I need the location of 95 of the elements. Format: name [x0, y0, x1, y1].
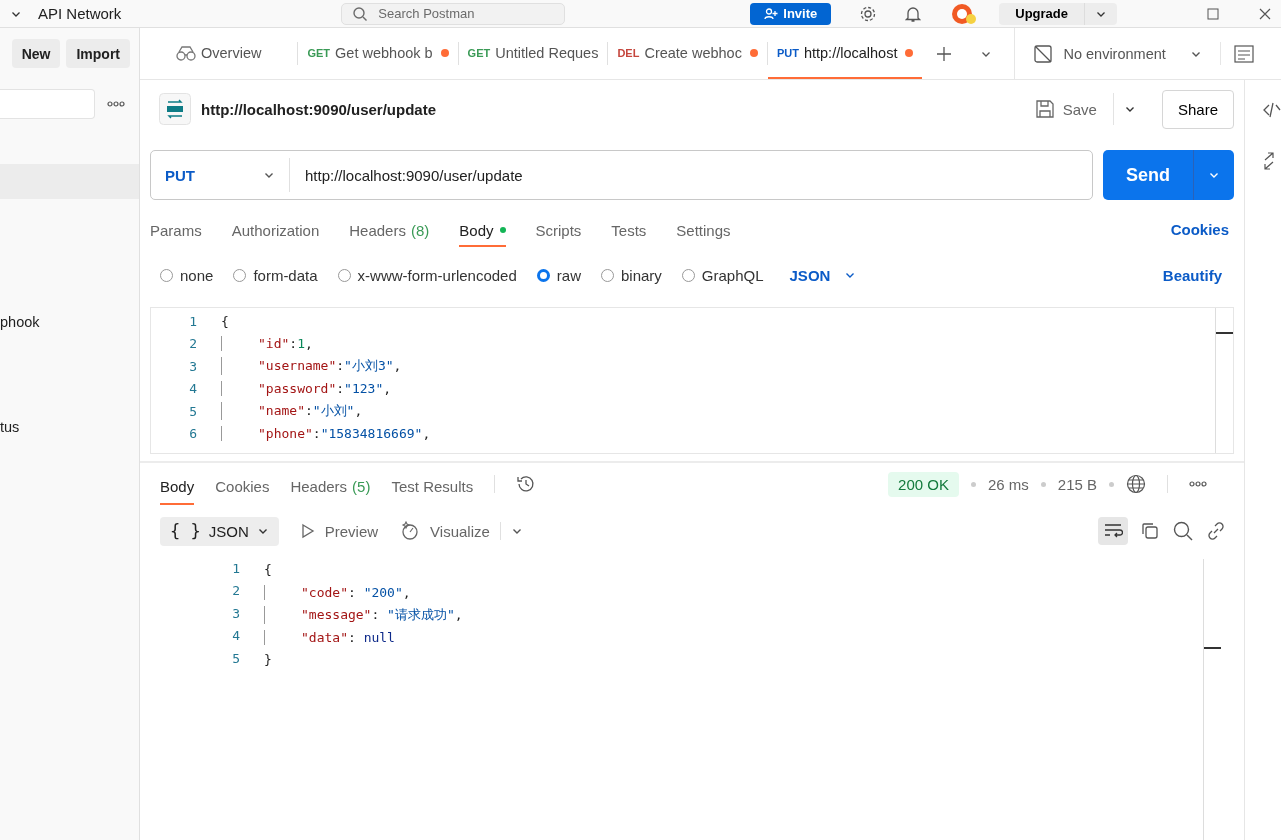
sparkle-icon [400, 521, 421, 541]
line-number: 5 [188, 403, 197, 419]
line-number: 3 [231, 605, 240, 621]
request-tab[interactable]: PUT http://localhost [767, 28, 923, 79]
sidebar-button[interactable]: New [11, 39, 61, 68]
wrap-lines-icon [1103, 522, 1123, 540]
plus-icon[interactable] [936, 45, 953, 62]
code-line: "message": "请求成功", [264, 605, 1234, 624]
code-line: "code": "200", [264, 584, 1234, 600]
visualize-button[interactable]: Visualize [400, 521, 490, 541]
code-line: "name":"小刘", [221, 402, 363, 421]
body-type-radio[interactable]: x-www-form-urlencoded [337, 266, 517, 284]
close-icon[interactable] [1259, 7, 1271, 20]
preview-button[interactable]: Preview [300, 522, 379, 540]
invite-button[interactable]: Invite [750, 2, 832, 25]
copy-icon[interactable] [1140, 521, 1160, 541]
beautify-link[interactable]: Beautify [1162, 266, 1234, 284]
request-tab[interactable]: Authorization [231, 211, 320, 247]
line-number: 4 [188, 381, 197, 397]
line-number: 2 [188, 336, 197, 352]
body-type-radio[interactable]: GraphQL [681, 266, 764, 284]
code-line: { [264, 562, 273, 578]
more-icon[interactable] [1189, 481, 1207, 487]
code-editor[interactable]: 1 { 2 "id":1, 3 "username":"小刘3", 4 "password":"123", 5 "name":"小刘", 6 "phone":"15834816669", [150, 307, 1234, 454]
sidebar-item[interactable]: tus [0, 409, 139, 444]
bell-icon[interactable] [905, 4, 922, 23]
request-tab[interactable]: Overview [140, 28, 298, 79]
response-tab[interactable]: Body [160, 463, 195, 505]
code-line: } [264, 652, 273, 668]
search-field[interactable]: Search Postman [376, 5, 531, 22]
collapse-arrows-icon[interactable] [1263, 152, 1275, 170]
response-time: 26 ms [987, 475, 1029, 493]
variables-icon[interactable] [1233, 43, 1256, 64]
add-person-icon [764, 7, 779, 20]
format-dropdown[interactable]: { } JSON [160, 516, 279, 546]
line-number: 1 [231, 560, 240, 576]
response-size: 215 B [1057, 475, 1097, 493]
no-environment-icon [1033, 43, 1054, 64]
more-icon[interactable] [107, 101, 125, 107]
line-number: 1 [188, 313, 197, 329]
save-button[interactable]: Save [1028, 98, 1103, 120]
link-icon[interactable] [1206, 521, 1226, 541]
body-type-radio[interactable]: raw [536, 266, 581, 284]
request-tab[interactable]: Params [150, 211, 202, 247]
share-button[interactable]: Share [1161, 89, 1234, 129]
response-tab[interactable]: Headers (5) [290, 463, 371, 505]
line-number: 4 [231, 628, 240, 644]
body-type-radio[interactable]: form-data [233, 266, 318, 284]
request-tab[interactable]: GET Get webhook b [298, 28, 458, 79]
format-dropdown[interactable]: JSON [789, 266, 857, 284]
body-type-radio[interactable]: none [160, 266, 214, 284]
code-line: "username":"小刘3", [221, 357, 402, 376]
play-icon [300, 523, 315, 539]
code-line: "id":1, [221, 336, 313, 352]
code-line: "password":"123", [221, 381, 392, 397]
search-bar[interactable]: Search Postman [341, 2, 566, 25]
request-tab[interactable]: DEL Create webhoc [608, 28, 767, 79]
search-icon [352, 5, 369, 22]
status-badge: 200 OK [888, 471, 959, 497]
scrollbar[interactable] [1215, 308, 1233, 453]
http-icon [159, 93, 191, 125]
history-icon[interactable] [516, 474, 537, 494]
scrollbar[interactable] [1203, 559, 1221, 840]
request-tab[interactable]: Tests [611, 211, 647, 247]
request-tab[interactable]: Settings [676, 211, 731, 247]
request-title: http://localhost:9090/user/update [201, 100, 437, 118]
line-number: 6 [188, 426, 197, 442]
cookies-link[interactable]: Cookies [1170, 220, 1234, 238]
sidebar-button[interactable]: Import [66, 39, 130, 68]
code-line: "data": null [264, 629, 1234, 645]
sidebar-item[interactable]: phook [0, 304, 139, 339]
body-type-radio[interactable]: binary [600, 266, 662, 284]
code-line: { [221, 313, 229, 329]
settings-icon[interactable] [859, 4, 878, 23]
wrap-lines-button[interactable] [1098, 517, 1128, 545]
environment-selector[interactable]: No environment [1014, 28, 1215, 79]
line-number: 2 [231, 583, 240, 599]
request-tab[interactable]: Scripts [535, 211, 582, 247]
response-tab[interactable]: Test Results [391, 463, 474, 505]
request-tab[interactable]: GET Untitled Reques [458, 28, 608, 79]
response-tab[interactable]: Cookies [215, 463, 270, 505]
workspace-name[interactable]: API Network [38, 5, 122, 22]
request-tab[interactable]: Headers (8) [349, 211, 430, 247]
line-number: 5 [231, 650, 240, 666]
code-icon[interactable] [1263, 102, 1281, 118]
globe-icon[interactable] [1126, 474, 1146, 494]
search-icon[interactable] [1172, 520, 1194, 542]
binoculars-icon [176, 44, 196, 61]
maximize-icon[interactable] [1207, 7, 1219, 20]
line-number: 3 [188, 358, 197, 374]
code-line: "phone":"15834816669", [221, 426, 431, 442]
filter-field[interactable] [0, 89, 95, 119]
avatar-icon[interactable] [949, 2, 978, 25]
url-bar[interactable]: PUT http://localhost:9090/user/update [150, 150, 1093, 200]
request-tab[interactable]: Body [459, 211, 506, 247]
